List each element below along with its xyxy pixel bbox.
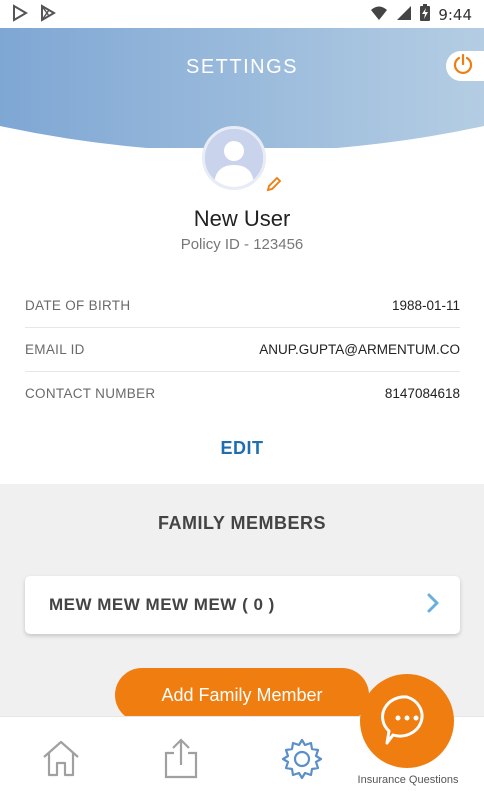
- nav-item-home[interactable]: [40, 737, 82, 784]
- profile-card: New User Policy ID - 123456 DATE OF BIRT…: [0, 126, 484, 484]
- nav-item-share[interactable]: [160, 737, 202, 786]
- info-label: CONTACT NUMBER: [25, 385, 156, 401]
- info-value: 1988-01-11: [391, 298, 460, 313]
- chat-bubble-icon: [379, 691, 435, 752]
- power-icon: [452, 53, 474, 80]
- insurance-questions-chat-button[interactable]: [360, 674, 454, 768]
- info-value: ANUP.GUPTA@ARMENTUM.CO: [259, 342, 460, 357]
- status-bar: 9:44: [0, 0, 484, 28]
- chevron-right-icon: [426, 592, 440, 619]
- logout-button[interactable]: [446, 51, 484, 81]
- user-name: New User: [193, 206, 291, 231]
- play-store-icon: [40, 4, 56, 27]
- pencil-icon[interactable]: [266, 176, 282, 197]
- nav-item-settings[interactable]: [280, 737, 324, 786]
- info-label: EMAIL ID: [25, 342, 85, 357]
- family-member-card[interactable]: MEW MEW MEW MEW ( 0 ): [25, 576, 460, 634]
- chat-label: Insurance Questions: [357, 774, 459, 786]
- play-store-outline-icon: [12, 4, 28, 27]
- info-label: DATE OF BIRTH: [25, 298, 131, 313]
- avatar[interactable]: [202, 126, 266, 190]
- info-row-date-of-birth: DATE OF BIRTH 1988-01-11: [25, 284, 460, 328]
- info-row-contact-number: CONTACT NUMBER 8147084618: [25, 371, 460, 415]
- user-avatar-icon: [205, 129, 263, 187]
- cellular-signal-icon: [396, 5, 412, 26]
- info-value: 8147084618: [384, 385, 460, 401]
- status-time: 9:44: [438, 6, 472, 24]
- share-icon: [160, 738, 202, 785]
- home-icon: [40, 740, 82, 783]
- family-member-name: MEW MEW MEW MEW ( 0 ): [49, 595, 275, 614]
- info-row-email: EMAIL ID ANUP.GUPTA@ARMENTUM.CO: [25, 328, 460, 372]
- family-members-heading: FAMILY MEMBERS: [157, 513, 327, 533]
- page-title: SETTINGS: [185, 56, 298, 78]
- gear-icon: [280, 738, 324, 785]
- battery-charging-icon: [420, 4, 431, 26]
- policy-id: Policy ID - 123456: [180, 236, 304, 253]
- edit-profile-button[interactable]: EDIT: [0, 438, 484, 459]
- add-family-member-button[interactable]: Add Family Member: [115, 668, 369, 722]
- wifi-icon: [370, 5, 388, 26]
